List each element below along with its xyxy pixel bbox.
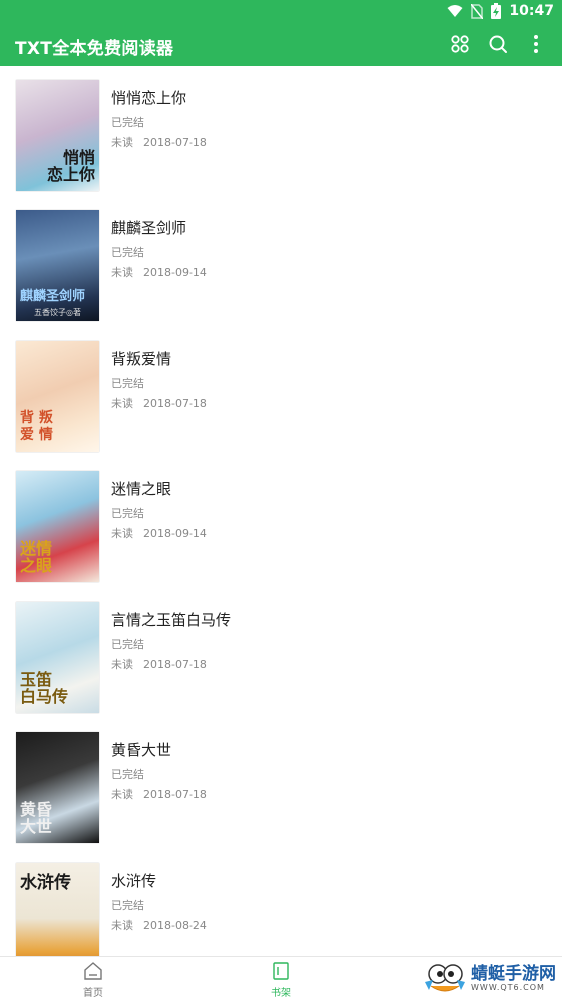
status-bar: 10:47 (0, 0, 562, 24)
book-status: 已完结 (111, 116, 144, 129)
cover-author: 五香饺子◎著 (34, 308, 81, 317)
book-status: 已完结 (111, 507, 144, 520)
book-meta: 未读 2018-07-18 (111, 786, 207, 802)
update-date: 2018-09-14 (143, 266, 207, 279)
watermark-text: 蜻蜓手游网 WWW.QT6.COM (471, 965, 556, 992)
book-title: 黄昏大世 (111, 741, 172, 759)
nav-bookshelf[interactable]: 书架 (251, 961, 311, 999)
book-item[interactable]: 麒麟圣剑师 五香饺子◎著 麒麟圣剑师 已完结 未读 2018-09-14 (0, 196, 562, 326)
book-status: 已完结 (111, 899, 144, 912)
cover-text: 麒麟圣剑师 (20, 289, 86, 304)
read-state: 未读 (111, 527, 133, 540)
book-meta: 未读 2018-09-14 (111, 264, 207, 280)
grid-menu-icon (451, 35, 469, 53)
book-title: 言情之玉笛白马传 (111, 611, 232, 629)
book-cover: 黄昏 大世 (16, 732, 99, 843)
update-date: 2018-09-14 (143, 527, 207, 540)
book-cover: 玉笛 白马传 (16, 602, 99, 713)
read-state: 未读 (111, 788, 133, 801)
cover-text: 迷情 之眼 (20, 539, 53, 575)
book-status: 已完结 (111, 246, 144, 259)
book-cover: 背 叛 爱 情 (16, 341, 99, 452)
site-watermark: 蜻蜓手游网 WWW.QT6.COM (423, 958, 556, 998)
cover-text: 悄悄 恋上你 (46, 148, 95, 184)
book-item[interactable]: 玉笛 白马传 言情之玉笛白马传 已完结 未读 2018-07-18 (0, 588, 562, 718)
book-meta: 未读 2018-07-18 (111, 134, 207, 150)
cover-text: 黄昏 大世 (20, 800, 53, 836)
update-date: 2018-07-18 (143, 397, 207, 410)
book-cover: 迷情 之眼 (16, 471, 99, 582)
book-list[interactable]: 悄悄 恋上你 悄悄恋上你 已完结 未读 2018-07-18 麒麟圣剑师 五香饺子… (0, 66, 562, 956)
app-title: TXT全本免费阅读器 (15, 39, 174, 59)
book-status: 已完结 (111, 638, 144, 651)
nav-home[interactable]: 首页 (63, 961, 123, 999)
wifi-icon (447, 5, 463, 17)
watermark-url: WWW.QT6.COM (471, 982, 545, 992)
cover-text: 玉笛 白马传 (20, 670, 69, 706)
update-date: 2018-07-18 (143, 136, 207, 149)
book-title: 迷情之眼 (111, 480, 172, 498)
book-status: 已完结 (111, 377, 144, 390)
book-title: 悄悄恋上你 (111, 89, 187, 107)
book-cover: 水浒传 (16, 863, 99, 956)
category-button[interactable] (450, 34, 470, 54)
book-item[interactable]: 背 叛 爱 情 背叛爱情 已完结 未读 2018-07-18 (0, 327, 562, 457)
book-status: 已完结 (111, 768, 144, 781)
read-state: 未读 (111, 658, 133, 671)
book-title: 水浒传 (111, 872, 157, 890)
update-date: 2018-07-18 (143, 788, 207, 801)
book-item[interactable]: 迷情 之眼 迷情之眼 已完结 未读 2018-09-14 (0, 457, 562, 587)
book-cover: 麒麟圣剑师 五香饺子◎著 (16, 210, 99, 321)
read-state: 未读 (111, 919, 133, 932)
book-item[interactable]: 悄悄 恋上你 悄悄恋上你 已完结 未读 2018-07-18 (0, 66, 562, 196)
update-date: 2018-07-18 (143, 658, 207, 671)
book-item[interactable]: 黄昏 大世 黄昏大世 已完结 未读 2018-07-18 (0, 718, 562, 848)
status-icons: 10:47 (447, 3, 554, 19)
app-actions (450, 34, 546, 54)
book-meta: 未读 2018-08-24 (111, 917, 207, 933)
book-title: 麒麟圣剑师 (111, 219, 187, 237)
search-icon (489, 35, 507, 53)
read-state: 未读 (111, 266, 133, 279)
book-meta: 未读 2018-09-14 (111, 525, 207, 541)
more-vert-icon (534, 35, 538, 53)
home-icon (84, 962, 102, 980)
read-state: 未读 (111, 397, 133, 410)
read-state: 未读 (111, 136, 133, 149)
clock: 10:47 (509, 3, 554, 19)
more-button[interactable] (526, 34, 546, 54)
cover-text: 背 叛 爱 情 (20, 410, 53, 443)
nav-home-label: 首页 (83, 988, 103, 999)
book-item[interactable]: 水浒传 水浒传 已完结 未读 2018-08-24 (0, 849, 562, 956)
update-date: 2018-08-24 (143, 919, 207, 932)
battery-charging-icon (491, 3, 502, 19)
book-meta: 未读 2018-07-18 (111, 395, 207, 411)
dragonfly-logo-icon (425, 964, 465, 992)
no-sim-icon (471, 3, 484, 19)
search-button[interactable] (488, 34, 508, 54)
bookshelf-icon (273, 962, 289, 980)
book-meta: 未读 2018-07-18 (111, 656, 207, 672)
nav-bookshelf-label: 书架 (271, 988, 291, 999)
app-bar: TXT全本免费阅读器 (0, 24, 562, 66)
watermark-name: 蜻蜓手游网 (471, 963, 556, 984)
book-title: 背叛爱情 (111, 350, 172, 368)
cover-text: 水浒传 (20, 873, 71, 893)
book-cover: 悄悄 恋上你 (16, 80, 99, 191)
